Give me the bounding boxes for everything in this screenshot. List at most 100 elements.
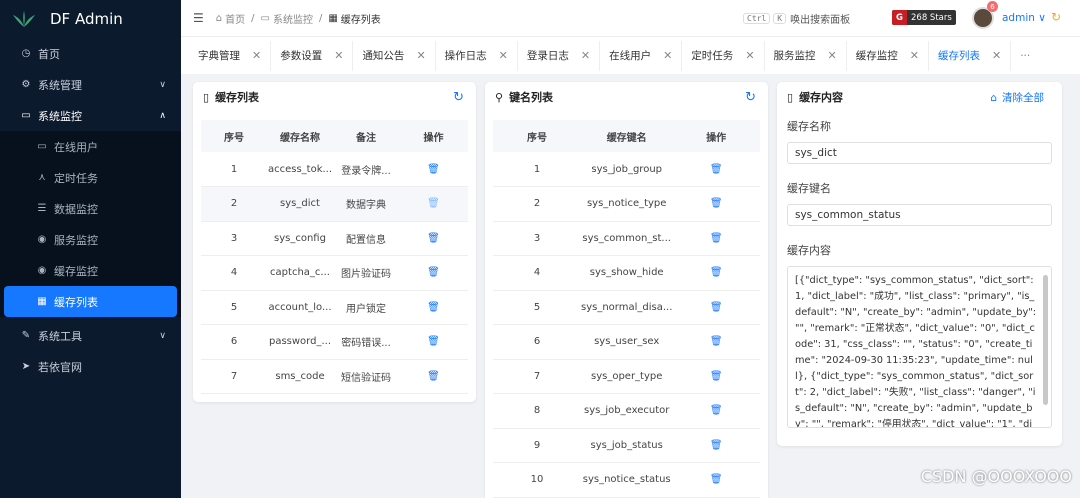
tab-login-log[interactable]: 登录日志 ✕ <box>518 40 601 71</box>
sidebar-item-data-monitor[interactable]: ☰ 数据监控 <box>0 193 181 224</box>
table-row[interactable]: 1 sys_job_group 🗑 <box>493 152 760 187</box>
close-icon[interactable]: ✕ <box>663 49 672 62</box>
table-row[interactable]: 10 sys_notice_status 🗑 <box>493 462 760 498</box>
search-shortcut[interactable]: Ctrl K 唤出搜索面板 <box>743 11 850 26</box>
close-icon[interactable]: ✕ <box>499 49 508 62</box>
user-menu[interactable]: admin ∨ <box>1002 12 1046 24</box>
tab-label: 操作日志 <box>444 50 487 62</box>
table-row[interactable]: 2 sys_dict 数据字典 🗑 <box>201 186 468 222</box>
sidebar-item-label: 若依官网 <box>38 360 82 374</box>
trash-icon[interactable]: 🗑 <box>710 371 723 382</box>
cache-key-field[interactable]: sys_common_status <box>787 204 1052 226</box>
cell: 1 <box>493 152 581 187</box>
sidebar-item-online-users[interactable]: ▭ 在线用户 <box>0 131 181 162</box>
trash-icon[interactable]: 🗑 <box>427 198 440 209</box>
sidebar-item-cache-monitor[interactable]: ◉ 缓存监控 <box>0 255 181 286</box>
table-row[interactable]: 3 sys_config 配置信息 🗑 <box>201 221 468 256</box>
trash-icon[interactable]: 🗑 <box>710 164 723 175</box>
trash-icon[interactable]: 🗑 <box>710 233 723 244</box>
network-icon: ⋏ <box>38 172 46 183</box>
tab-server[interactable]: 服务监控 ✕ <box>765 40 847 71</box>
tab-params[interactable]: 参数设置 ✕ <box>271 40 354 71</box>
sidebar-item-cache-list[interactable]: ▦ 缓存列表 <box>4 286 177 317</box>
cache-name-field[interactable]: sys_dict <box>787 142 1052 164</box>
tab-cache-list[interactable]: 缓存列表 ✕ <box>929 40 1012 71</box>
sidebar-item-server-monitor[interactable]: ◉ 服务监控 <box>0 224 181 255</box>
trash-icon[interactable]: 🗑 <box>710 440 723 451</box>
trash-icon[interactable]: 🗑 <box>427 371 440 382</box>
close-icon[interactable]: ✕ <box>334 49 343 62</box>
tool-icon: ✎ <box>21 330 31 341</box>
sidebar-item-website[interactable]: ➤ 若依官网 <box>0 351 181 382</box>
table-row[interactable]: 4 sys_show_hide 🗑 <box>493 255 760 291</box>
tab-online[interactable]: 在线用户 ✕ <box>600 40 683 71</box>
close-icon[interactable]: ✕ <box>910 49 919 62</box>
github-stars-badge[interactable]: G 268 Stars <box>892 10 956 25</box>
breadcrumb-monitor[interactable]: 系统监控 <box>273 11 313 26</box>
trash-icon[interactable]: 🗑 <box>427 233 440 244</box>
cell: 2 <box>201 186 267 222</box>
tab-label: 服务监控 <box>773 50 816 62</box>
trash-icon[interactable]: 🗑 <box>710 267 723 278</box>
close-icon[interactable]: ✕ <box>828 49 837 62</box>
trash-icon[interactable]: 🗑 <box>710 336 723 347</box>
key-icon: ⚲ <box>495 90 504 104</box>
sidebar-item-home[interactable]: ◷ 首页 <box>0 38 181 69</box>
tab-label: 通知公告 <box>362 50 405 62</box>
sidebar-item-system[interactable]: ⚙ 系统管理 ∨ <box>0 69 181 100</box>
table-row[interactable]: 2 sys_notice_type 🗑 <box>493 186 760 222</box>
trash-icon[interactable]: 🗑 <box>710 474 723 485</box>
table-row[interactable]: 5 sys_normal_disa... 🗑 <box>493 290 760 325</box>
cache-name-label: 缓存名称 <box>787 120 831 133</box>
refresh-icon[interactable]: ↻ <box>745 90 756 105</box>
trash-icon[interactable]: 🗑 <box>710 302 723 313</box>
sidebar-submenu: ▭ 在线用户 ⋏ 定时任务 ☰ 数据监控 ◉ 服务监控 ◉ 缓存监控 ▦ 缓存列表 <box>0 131 181 317</box>
table-row[interactable]: 4 captcha_c... 图片验证码 🗑 <box>201 255 468 291</box>
scrollbar[interactable] <box>1043 275 1048 405</box>
sidebar-item-jobs[interactable]: ⋏ 定时任务 <box>0 162 181 193</box>
table-row[interactable]: 3 sys_common_st... 🗑 <box>493 221 760 256</box>
trash-icon[interactable]: 🗑 <box>427 336 440 347</box>
refresh-icon[interactable]: ↻ <box>1051 10 1061 24</box>
trash-icon[interactable]: 🗑 <box>427 267 440 278</box>
close-icon[interactable]: ✕ <box>416 49 425 62</box>
table-row[interactable]: 7 sys_oper_type 🗑 <box>493 359 760 394</box>
close-icon[interactable]: ✕ <box>745 49 754 62</box>
app-logo[interactable]: DF Admin <box>0 0 181 38</box>
breadcrumb-home[interactable]: 首页 <box>225 11 245 26</box>
sidebar-item-tools[interactable]: ✎ 系统工具 ∨ <box>0 320 181 351</box>
trash-icon[interactable]: 🗑 <box>427 164 440 175</box>
tab-notice[interactable]: 通知公告 ✕ <box>353 40 436 71</box>
cell: sys_job_group <box>581 152 673 187</box>
close-icon[interactable]: ✕ <box>252 49 261 62</box>
cell: 7 <box>493 359 581 394</box>
sidebar-item-monitor[interactable]: ▭ 系统监控 ∧ <box>0 100 181 131</box>
tab-cache-monitor[interactable]: 缓存监控 ✕ <box>847 40 929 71</box>
tab-oper-log[interactable]: 操作日志 ✕ <box>436 40 518 71</box>
table-row[interactable]: 9 sys_job_status 🗑 <box>493 428 760 463</box>
cache-key-label: 缓存键名 <box>787 182 831 195</box>
tabs-more-button[interactable]: ··· <box>1011 41 1039 71</box>
close-icon[interactable]: ✕ <box>581 49 590 62</box>
trash-icon[interactable]: 🗑 <box>710 405 723 416</box>
table-row[interactable]: 6 password_... 密码错误... 🗑 <box>201 324 468 360</box>
tab-jobs[interactable]: 定时任务 ✕ <box>682 40 765 71</box>
table-row[interactable]: 8 sys_job_executor 🗑 <box>493 393 760 429</box>
trash-icon[interactable]: 🗑 <box>710 198 723 209</box>
dashboard-icon: ◷ <box>21 48 31 59</box>
close-icon[interactable]: ✕ <box>992 49 1001 62</box>
table-row[interactable]: 7 sms_code 短信验证码 🗑 <box>201 359 468 394</box>
table-row[interactable]: 6 sys_user_sex 🗑 <box>493 324 760 360</box>
table-row[interactable]: 5 account_lo... 用户锁定 🗑 <box>201 290 468 325</box>
home-icon: ⌂ <box>215 12 223 24</box>
refresh-icon[interactable]: ↻ <box>453 90 464 105</box>
collapse-menu-icon[interactable]: ☰ <box>193 11 204 25</box>
breadcrumb: ⌂ 首页 / ▭ 系统监控 / ▦ 缓存列表 <box>216 11 381 26</box>
cache-content-textarea[interactable]: [{"dict_type": "sys_common_status", "dic… <box>787 266 1052 428</box>
trash-icon[interactable]: 🗑 <box>427 302 440 313</box>
sidebar-item-label: 服务监控 <box>54 233 98 247</box>
cell: sys_common_st... <box>581 221 673 256</box>
table-row[interactable]: 1 access_tok... 登录令牌... 🗑 <box>201 152 468 187</box>
tab-dict[interactable]: 字典管理 ✕ <box>189 40 272 71</box>
clear-all-button[interactable]: ⌂ 清除全部 <box>990 90 1044 105</box>
